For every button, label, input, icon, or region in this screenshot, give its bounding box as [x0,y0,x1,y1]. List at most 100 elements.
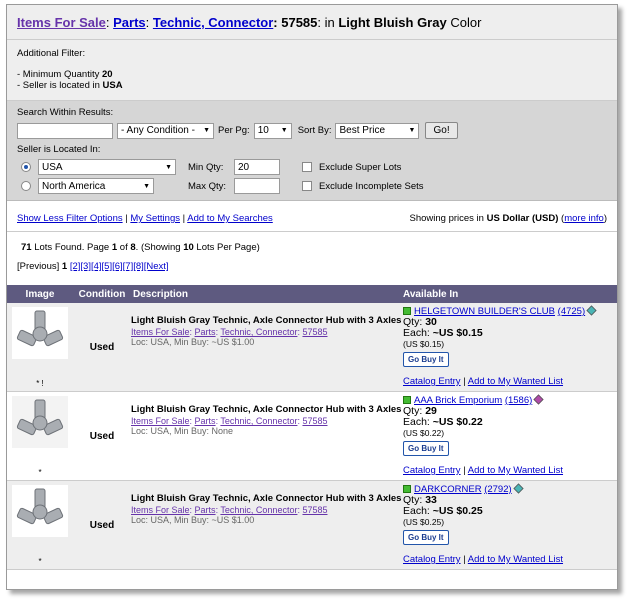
listing-price: ~US $0.15 [432,327,483,339]
crumb-items-link[interactable]: Items For Sale [131,327,190,337]
listing-stars: * [38,557,42,566]
pager-page-2[interactable]: [2] [70,261,81,272]
crumb-part-link[interactable]: 57585 [302,505,327,515]
crumb-parts-link[interactable]: Parts [195,416,216,426]
listing-orig-price: (US $0.25) [403,517,445,527]
seller-located-label: Seller is Located In: [17,144,101,155]
pager-page-7[interactable]: [7] [123,261,134,272]
part-image-cell: * ! [7,303,73,391]
region-select[interactable]: North America ▼ [38,178,154,194]
crumb-parts-link[interactable]: Parts [195,327,216,337]
condition-value: - Any Condition - [121,125,195,136]
part-image[interactable] [12,307,68,359]
header-condition: Condition [78,288,126,300]
exclude-super-lots-checkbox[interactable] [302,162,312,172]
min-qty-input[interactable]: 20 [234,159,280,175]
crumb-parts-link[interactable]: Parts [195,505,216,515]
search-within-label: Search Within Results: [17,107,114,118]
pager-page-8[interactable]: [8] [133,261,144,272]
crumb-items-link[interactable]: Items For Sale [131,416,190,426]
listing-description: Light Bluish Gray Technic, Axle Connecto… [131,481,403,569]
region-value: North America [42,180,106,192]
header-available: Available In [403,288,459,300]
listing-description: Light Bluish Gray Technic, Axle Connecto… [131,392,403,480]
listing-orig-price: (US $0.22) [403,428,445,438]
my-settings-link[interactable]: My Settings [130,213,180,224]
parts-link[interactable]: Parts [113,15,146,30]
items-for-sale-link[interactable]: Items For Sale [17,15,106,30]
catalog-entry-link[interactable]: Catalog Entry [403,376,461,387]
part-image[interactable] [12,485,68,537]
listing-crumbs: Items For Sale: Parts: Technic, Connecto… [131,327,328,337]
pager-next[interactable]: [Next] [144,261,169,272]
sort-by-select[interactable]: Best Price ▼ [335,122,420,139]
crumb-part-link[interactable]: 57585 [302,416,327,426]
go-button[interactable]: Go! [425,122,458,139]
add-wanted-link[interactable]: Add to My Wanted List [468,554,563,565]
go-buy-it-button[interactable]: Go Buy It [403,352,449,367]
region-radio[interactable] [21,181,31,191]
category-link[interactable]: Technic, Connector [153,15,273,30]
crumb-items-link[interactable]: Items For Sale [131,505,190,515]
store-status-icon [403,396,411,404]
per-page-select[interactable]: 10 ▼ [253,122,292,139]
header-description: Description [133,288,189,300]
pager-current: 1 [61,261,68,272]
crumb-category-link[interactable]: Technic, Connector [220,505,297,515]
crumb-part-link[interactable]: 57585 [302,327,327,337]
listing-crumbs: Items For Sale: Parts: Technic, Connecto… [131,416,328,426]
title-separator: : [105,15,110,30]
pager-page-5[interactable]: [5] [102,261,113,272]
search-panel: Search Within Results: - Any Condition -… [7,101,617,201]
listing-stars: * [38,468,42,477]
listing-table-header: Image Condition Description Available In [7,285,617,303]
part-image-cell: * [7,392,73,480]
torn-edge [7,586,603,589]
search-input[interactable] [17,122,113,139]
catalog-entry-link[interactable]: Catalog Entry [403,554,461,565]
exclude-incomplete-sets-checkbox[interactable] [302,181,312,191]
browser-content: Items For Sale: Parts: Technic, Connecto… [6,4,618,590]
pager-page-3[interactable]: [3] [80,261,91,272]
listing-availability: DARKCORNER (2792) Qty: 33 Each: ~US $0.2… [403,481,617,569]
table-row: * Used Light Bluish Gray Technic, Axle C… [7,481,617,570]
table-row: * ! Used Light Bluish Gray Technic, Axle… [7,303,617,392]
add-wanted-link[interactable]: Add to My Wanted List [468,376,563,387]
max-qty-label: Max Qty: [188,180,227,192]
more-info-link[interactable]: more info [564,213,604,224]
prices-text: Showing prices in [409,213,484,224]
feedback-link[interactable]: (1586) [505,395,532,406]
lot-count: 71 [21,242,32,253]
store-status-icon [403,485,411,493]
listing-condition: Used [89,519,115,531]
country-select[interactable]: USA ▼ [38,159,176,175]
page-title: Items For Sale: Parts: Technic, Connecto… [7,5,617,40]
store-cube-icon [586,305,597,316]
in-label: : in [317,15,335,30]
feedback-link[interactable]: (2792) [484,484,511,495]
country-radio[interactable] [21,162,31,172]
part-image[interactable] [12,396,68,448]
listing-title: Light Bluish Gray Technic, Axle Connecto… [131,315,402,326]
show-less-filter-link[interactable]: Show Less Filter Options [17,213,123,224]
link-separator: | [125,213,128,224]
pager-page-6[interactable]: [6] [112,261,123,272]
go-buy-it-button[interactable]: Go Buy It [403,530,449,545]
pager-page-4[interactable]: [4] [91,261,102,272]
feedback-link[interactable]: (4725) [558,306,585,317]
seller-filter: - Seller is located in USA [17,80,607,91]
pagination: [Previous] 1 [2][3][4][5][6][7][8][Next] [7,253,617,272]
crumb-category-link[interactable]: Technic, Connector [220,327,297,337]
each-label: Each: [403,505,430,517]
go-buy-it-button[interactable]: Go Buy It [403,441,449,456]
listing-availability: AAA Brick Emporium (1586) Qty: 29 Each: … [403,392,617,480]
color-word: Color [450,15,482,30]
catalog-entry-link[interactable]: Catalog Entry [403,465,461,476]
add-wanted-link[interactable]: Add to My Wanted List [468,465,563,476]
add-to-searches-link[interactable]: Add to My Searches [187,213,273,224]
condition-select[interactable]: - Any Condition - ▼ [117,122,214,139]
country-value: USA [42,161,63,173]
each-label: Each: [403,416,430,428]
max-qty-input[interactable] [234,178,280,194]
crumb-category-link[interactable]: Technic, Connector [220,416,297,426]
